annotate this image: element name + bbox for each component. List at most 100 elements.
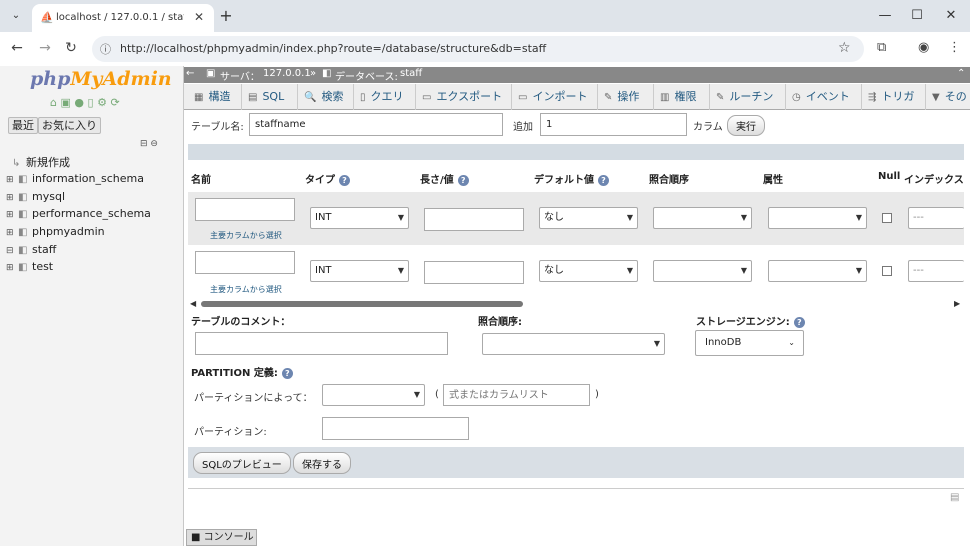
maximize-icon[interactable]: ☐ (906, 6, 928, 26)
sql-preview-button[interactable]: SQLのプレビュー (193, 452, 291, 474)
recent-button[interactable]: 最近 (8, 117, 38, 134)
page-settings-icon[interactable]: ▤ (950, 492, 959, 503)
help-icon[interactable]: ? (598, 174, 609, 186)
partition-by-select[interactable]: ▼ (322, 384, 425, 406)
new-db-icon: ↳ (12, 158, 21, 169)
forward-icon[interactable]: → (36, 39, 54, 57)
favorites-button[interactable]: お気に入り (38, 117, 101, 134)
tab-routines[interactable]: ✎ ルーチン (710, 84, 786, 110)
tab-events[interactable]: ◷ イベント (786, 84, 862, 110)
tree-db-item[interactable]: ⊞ ◧ test (6, 260, 53, 276)
save-button[interactable]: 保存する (293, 452, 351, 474)
breadcrumb-server[interactable]: 127.0.0.1 (263, 68, 311, 79)
tab-triggers[interactable]: ⇶ トリガ (862, 84, 926, 110)
storage-engine-select[interactable]: InnoDB ⌄ (695, 330, 804, 356)
partition-by-label: パーティションによって： (194, 393, 313, 404)
docs-icon[interactable]: ● (74, 96, 84, 109)
go-button[interactable]: 実行 (727, 115, 765, 136)
scroll-left-icon[interactable]: ◀ (190, 299, 196, 308)
window-close-icon[interactable]: ✕ (940, 6, 962, 26)
address-bar[interactable]: ⓘ http://localhost/phpmyadmin/index.php?… (92, 36, 864, 62)
tab-privileges[interactable]: ▥ 権限 (654, 84, 710, 110)
extensions-icon[interactable]: ⧉ (877, 40, 886, 55)
pick-central-column-link[interactable]: 主要カラムから選択 (210, 230, 282, 241)
tab-query[interactable]: ▯ クエリ (354, 84, 416, 110)
table-collation-select[interactable]: ▼ (482, 333, 665, 355)
expand-icon[interactable]: ⊞ (6, 175, 18, 185)
sql-docs-icon[interactable]: ▯ (88, 96, 94, 109)
collation-select[interactable]: ▼ (653, 207, 752, 229)
partition-expression-input[interactable] (443, 384, 590, 406)
collapse-nav-arrow-icon[interactable]: ← (186, 68, 194, 79)
help-icon[interactable]: ? (281, 367, 293, 379)
expand-icon[interactable]: ⊞ (6, 263, 18, 273)
partition-definition-label: PARTITION 定義:? (191, 364, 293, 379)
tree-db-item[interactable]: ⊟ ◧ staff (6, 243, 56, 259)
index-select[interactable]: --- (908, 260, 964, 282)
help-icon[interactable]: ? (457, 174, 469, 186)
collation-select[interactable]: ▼ (653, 260, 752, 282)
back-icon[interactable]: ← (8, 39, 26, 57)
partitions-input[interactable] (322, 417, 469, 440)
tab-sql[interactable]: ▤ SQL (242, 84, 298, 110)
home-icon[interactable]: ⌂ (50, 96, 57, 109)
length-input[interactable] (424, 261, 524, 284)
collapse-all-icon[interactable]: ⊟ ⊖ (140, 139, 158, 149)
url-text[interactable]: http://localhost/phpmyadmin/index.php?ro… (120, 42, 546, 55)
null-checkbox[interactable] (882, 266, 892, 276)
profile-icon[interactable]: ◉ (918, 40, 929, 55)
tab-export[interactable]: ▭ エクスポート (416, 84, 512, 110)
minimize-icon[interactable]: — (874, 6, 896, 26)
index-select[interactable]: --- (908, 207, 964, 229)
null-checkbox[interactable] (882, 213, 892, 223)
expand-icon[interactable]: ⊞ (6, 228, 18, 238)
reload-nav-icon[interactable]: ⟳ (110, 96, 119, 109)
length-input[interactable] (424, 208, 524, 231)
logout-icon[interactable]: ▣ (60, 96, 70, 109)
bookmark-star-icon[interactable]: ☆ (838, 40, 851, 56)
column-name-input[interactable] (195, 198, 295, 221)
table-name-input[interactable] (249, 113, 503, 136)
tab-operations[interactable]: ✎ 操作 (598, 84, 654, 110)
pick-central-column-link[interactable]: 主要カラムから選択 (210, 284, 282, 295)
tab-structure[interactable]: ▦ 構造 (188, 84, 242, 110)
browser-menu-icon[interactable]: ⋮ (948, 40, 961, 55)
maximize-panel-icon[interactable]: ⌃ (957, 68, 965, 79)
tab-close-icon[interactable]: ✕ (194, 10, 204, 24)
attributes-select[interactable]: ▼ (768, 207, 867, 229)
tree-new-database[interactable]: ↳ 新規作成 (12, 154, 70, 170)
tab-more[interactable]: ▼ その (926, 84, 970, 110)
console-toggle[interactable]: ■ コンソール (186, 529, 257, 546)
collapse-icon[interactable]: ⊟ (6, 246, 18, 256)
help-icon[interactable]: ? (793, 316, 805, 328)
breadcrumb-db[interactable]: staff (400, 68, 422, 79)
default-select[interactable]: なし ▼ (539, 260, 638, 282)
add-columns-input[interactable] (540, 113, 687, 136)
scroll-right-icon[interactable]: ▶ (954, 299, 960, 308)
reload-icon[interactable]: ↻ (62, 39, 80, 57)
column-name-input[interactable] (195, 251, 295, 274)
expand-icon[interactable]: ⊞ (6, 210, 18, 220)
tree-db-item[interactable]: ⊞ ◧ mysql (6, 190, 65, 206)
browser-tab[interactable]: ⛵ localhost / 127.0.0.1 / staff / sta ✕ (32, 4, 214, 32)
phpmyadmin-logo[interactable]: phpMyAdmin (30, 68, 172, 90)
paren-close: ) (595, 389, 599, 400)
tab-search[interactable]: 🔍 検索 (298, 84, 354, 110)
attributes-select[interactable]: ▼ (768, 260, 867, 282)
type-select[interactable]: INT ▼ (310, 207, 409, 229)
new-tab-icon[interactable]: + (216, 6, 236, 26)
tab-import[interactable]: ▭ インポート (512, 84, 598, 110)
type-select[interactable]: INT ▼ (310, 260, 409, 282)
settings-icon[interactable]: ⚙ (97, 96, 107, 109)
expand-icon[interactable]: ⊞ (6, 193, 18, 203)
tree-db-item[interactable]: ⊞ ◧ phpmyadmin (6, 225, 105, 241)
help-icon[interactable]: ? (339, 174, 350, 186)
horizontal-scrollbar-thumb[interactable] (201, 301, 523, 307)
table-comment-input[interactable] (195, 332, 448, 355)
tree-db-item[interactable]: ⊞ ◧ information_schema (6, 172, 144, 188)
site-info-icon[interactable]: ⓘ (100, 41, 111, 57)
default-select[interactable]: なし ▼ (539, 207, 638, 229)
tab-list-dropdown-icon[interactable]: ⌄ (6, 6, 26, 26)
tree-db-item[interactable]: ⊞ ◧ performance_schema (6, 207, 151, 223)
breadcrumb-db-label: データベース: (335, 72, 398, 83)
